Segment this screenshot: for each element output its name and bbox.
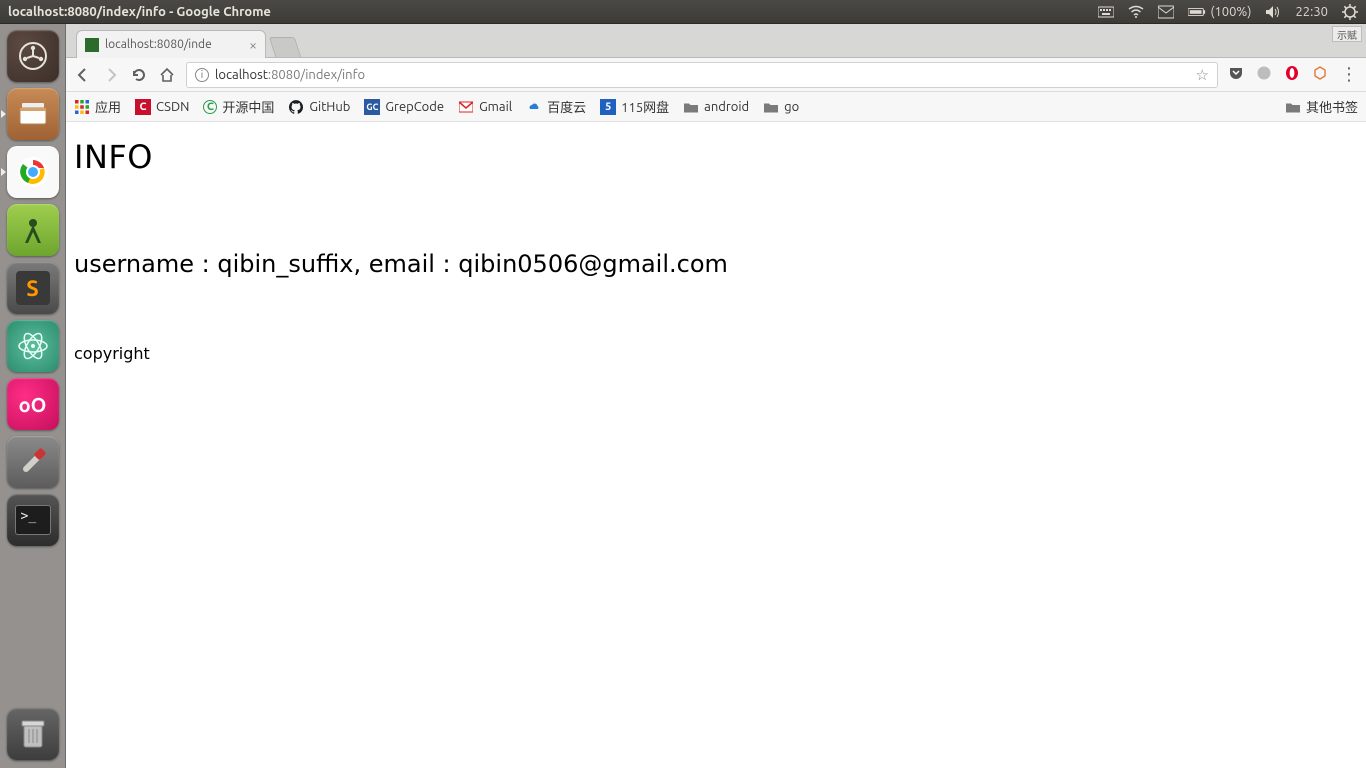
bookmark-gmail[interactable]: Gmail: [458, 99, 512, 115]
apps-shortcut[interactable]: 应用: [74, 97, 121, 116]
forward-button[interactable]: [102, 66, 120, 84]
tab-title: localhost:8080/inde: [105, 38, 212, 51]
folder-icon: [1285, 99, 1301, 115]
launcher-atom[interactable]: [7, 320, 59, 372]
folder-icon: [683, 99, 699, 115]
mail-icon[interactable]: [1158, 4, 1174, 20]
launcher-terminal[interactable]: >_: [7, 494, 59, 546]
page-content: INFO username : qibin_suffix, email : qi…: [66, 122, 1366, 768]
bookmark-label: GitHub: [309, 100, 350, 114]
apps-label: 应用: [95, 97, 121, 116]
chrome-menu-icon[interactable]: ⋮: [1340, 72, 1358, 77]
extension-icon[interactable]: [1312, 65, 1328, 85]
launcher-android-studio[interactable]: [7, 204, 59, 256]
other-bookmarks-label: 其他书签: [1306, 97, 1358, 116]
bookmark-folder-go[interactable]: go: [763, 99, 799, 115]
bookmark-label: GrepCode: [385, 100, 444, 114]
oschina-favicon-icon: C: [203, 100, 217, 114]
bookmark-grepcode[interactable]: GC GrepCode: [364, 99, 444, 115]
bookmark-github[interactable]: GitHub: [288, 99, 350, 115]
bookmark-label: 百度云: [547, 97, 586, 116]
bookmark-label: CSDN: [156, 100, 189, 114]
home-button[interactable]: [158, 66, 176, 84]
window-title: localhost:8080/index/info - Google Chrom…: [8, 5, 271, 19]
new-tab-button[interactable]: [269, 37, 301, 57]
115-favicon-icon: 5: [600, 99, 616, 115]
info-line: username : qibin_suffix, email : qibin05…: [74, 250, 1358, 278]
bookmark-label: go: [784, 100, 799, 114]
session-gear-icon[interactable]: [1342, 4, 1358, 20]
bookmarks-bar: 应用 C CSDN C 开源中国 GitHub GC GrepCode Gmai…: [66, 92, 1366, 122]
keyboard-icon[interactable]: [1098, 4, 1114, 20]
launcher-trash[interactable]: [7, 708, 59, 760]
extension-icons: ⋮: [1228, 65, 1358, 85]
ubuntu-menubar: localhost:8080/index/info - Google Chrom…: [0, 0, 1366, 24]
baiduyun-favicon-icon: [526, 99, 542, 115]
page-heading: INFO: [74, 138, 1358, 176]
chrome-toolbar: i localhost:8080/index/info ☆ ⋮: [66, 58, 1366, 92]
battery-percent: (100%): [1210, 5, 1251, 19]
back-button[interactable]: [74, 66, 92, 84]
folder-icon: [763, 99, 779, 115]
bookmark-115[interactable]: 5 115网盘: [600, 97, 669, 116]
wifi-icon[interactable]: [1128, 4, 1144, 20]
grepcode-favicon-icon: GC: [364, 99, 380, 115]
bookmark-csdn[interactable]: C CSDN: [135, 99, 189, 115]
chrome-window: localhost:8080/inde × i localhost:8080/i…: [66, 24, 1366, 768]
apps-grid-icon: [74, 99, 90, 115]
bookmark-folder-android[interactable]: android: [683, 99, 749, 115]
opera-extension-icon[interactable]: [1284, 65, 1300, 85]
bookmark-oschina[interactable]: C 开源中国: [203, 97, 274, 116]
launcher-files[interactable]: [7, 88, 59, 140]
github-favicon-icon: [288, 99, 304, 115]
clock-text[interactable]: 22:30: [1295, 5, 1328, 19]
ime-indicator[interactable]: 示赋: [1332, 26, 1362, 42]
launcher-oo[interactable]: oO: [7, 378, 59, 430]
site-info-icon[interactable]: i: [195, 68, 209, 82]
unity-launcher: S oO >_: [0, 24, 66, 768]
adblock-extension-icon[interactable]: [1256, 65, 1272, 85]
other-bookmarks[interactable]: 其他书签: [1285, 97, 1358, 116]
gmail-favicon-icon: [458, 99, 474, 115]
bookmark-label: Gmail: [479, 100, 512, 114]
tab-close-icon[interactable]: ×: [249, 38, 257, 52]
bookmark-label: 115网盘: [621, 97, 669, 116]
launcher-settings[interactable]: [7, 436, 59, 488]
address-bar[interactable]: i localhost:8080/index/info ☆: [186, 62, 1218, 88]
volume-icon[interactable]: [1265, 4, 1281, 20]
battery-icon[interactable]: (100%): [1188, 3, 1251, 21]
tab-favicon-icon: [85, 38, 99, 52]
launcher-chrome[interactable]: [7, 146, 59, 198]
address-host: localhost:8080/index/info: [215, 68, 365, 82]
csdn-favicon-icon: C: [135, 99, 151, 115]
browser-tab[interactable]: localhost:8080/inde ×: [76, 30, 266, 58]
launcher-dash[interactable]: [7, 30, 59, 82]
system-tray: (100%) 22:30: [1098, 3, 1358, 21]
bookmark-baiduyun[interactable]: 百度云: [526, 97, 586, 116]
chrome-tabstrip: localhost:8080/inde ×: [66, 24, 1366, 58]
copyright-text: copyright: [74, 344, 1358, 363]
bookmark-label: android: [704, 100, 749, 114]
bookmark-star-icon[interactable]: ☆: [1196, 66, 1209, 84]
pocket-extension-icon[interactable]: [1228, 65, 1244, 85]
launcher-sublime[interactable]: S: [7, 262, 59, 314]
bookmark-label: 开源中国: [222, 97, 274, 116]
reload-button[interactable]: [130, 66, 148, 84]
